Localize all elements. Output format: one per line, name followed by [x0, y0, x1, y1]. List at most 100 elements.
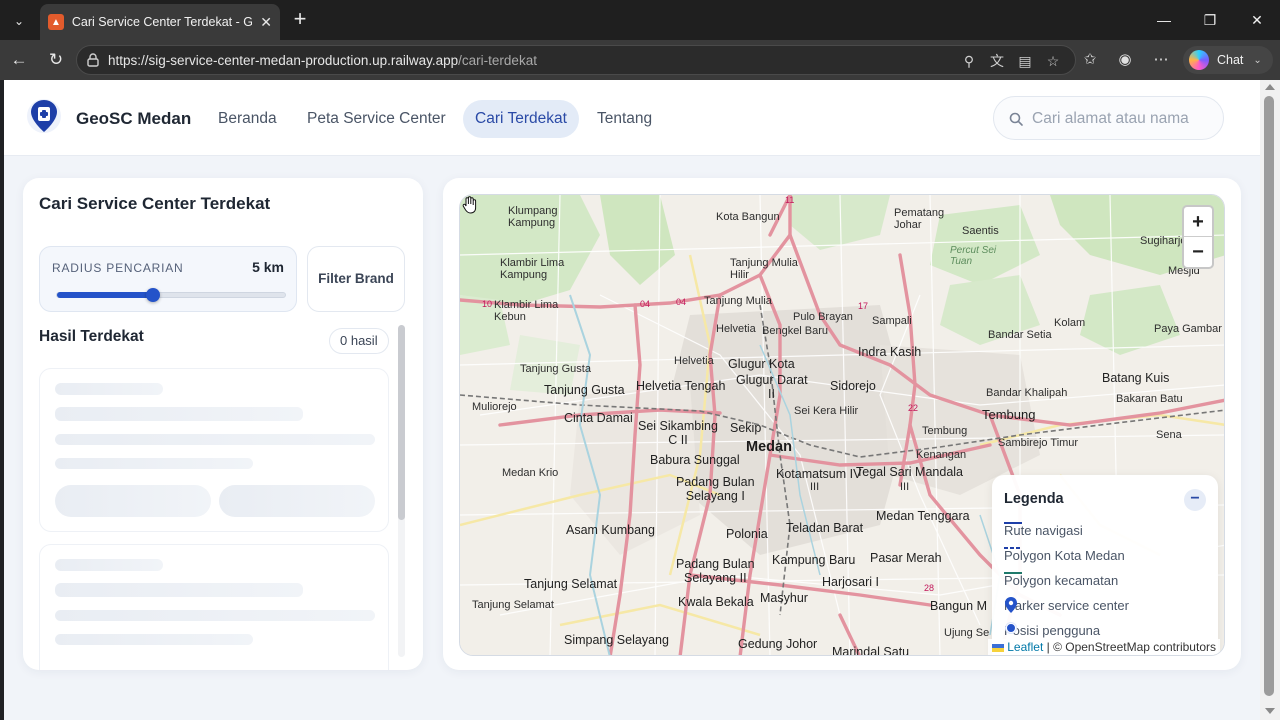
back-arrow-icon[interactable]: ←: [7, 48, 31, 72]
map-place-label: Glugur Darat: [736, 373, 808, 387]
results-title: Hasil Terdekat: [39, 328, 144, 345]
skeleton-line: [55, 634, 253, 645]
address-search-box[interactable]: [993, 96, 1224, 140]
ukraine-flag-icon: [991, 643, 1004, 652]
skeleton-button: [55, 485, 211, 517]
skeleton-line: [55, 383, 163, 395]
map-place-label: Simpang Selayang: [564, 633, 669, 647]
map-place-label: Pulo Brayan: [793, 311, 853, 323]
scroll-down-arrow-icon[interactable]: [1265, 708, 1275, 714]
map-marker-icon: [1005, 597, 1017, 613]
skeleton-line: [55, 559, 163, 571]
map-place-label: Kotamatsum IV: [776, 467, 862, 481]
more-options-icon[interactable]: ⋯: [1150, 49, 1172, 71]
osm-attribution-text: | © OpenStreetMap contributors: [1043, 640, 1216, 654]
page-scrollbar-thumb[interactable]: [1264, 96, 1274, 696]
zoom-in-button[interactable]: +: [1184, 207, 1212, 237]
nav-link-cari-terdekat[interactable]: Cari Terdekat: [463, 100, 579, 138]
browser-tab-strip: ⌄ ▲ Cari Service Center Terdekat - GeoSC…: [0, 0, 1280, 40]
leaflet-map[interactable]: Klumpang Kampung Kota Bangun Pematang Jo…: [459, 194, 1225, 656]
map-place-label: Klumpang Kampung: [508, 205, 558, 229]
map-place-label: Gedung Johor: [738, 637, 818, 651]
leaflet-link[interactable]: Leaflet: [1007, 640, 1043, 654]
copilot-chat-button[interactable]: Chat ⌄: [1183, 46, 1273, 74]
copilot-label: Chat: [1217, 53, 1244, 67]
copilot-icon: [1189, 50, 1209, 70]
lock-icon: [87, 53, 99, 67]
map-place-label: Batang Kuis: [1102, 371, 1170, 385]
map-place-label: Tanjung Gusta: [544, 383, 625, 397]
profile-avatar-icon[interactable]: ◉: [1114, 49, 1136, 71]
map-place-label: Helvetia: [716, 323, 756, 335]
nav-link-peta-service-center[interactable]: Peta Service Center: [295, 100, 458, 138]
map-place-label: Padang Bulan Selayang I: [676, 475, 755, 503]
map-legend: Legenda − Rute navigasi Polygon Kota Med…: [992, 475, 1218, 655]
map-place-label: Tanjung Gusta: [520, 363, 591, 375]
map-place-label: Bandar Setia: [988, 329, 1052, 341]
scroll-up-arrow-icon[interactable]: [1265, 84, 1275, 90]
legend-item: Polygon kecamatan: [1004, 571, 1118, 589]
zoom-out-button[interactable]: −: [1184, 237, 1212, 267]
filter-brand-button[interactable]: Filter Brand: [307, 246, 405, 312]
search-input[interactable]: [1032, 107, 1198, 131]
url-text: https://sig-service-center-medan-product…: [108, 53, 537, 68]
tab-close-icon[interactable]: ✕: [260, 14, 272, 31]
radius-slider-thumb[interactable]: [145, 288, 160, 302]
map-attribution: Leaflet | © OpenStreetMap contributors: [987, 639, 1220, 655]
teal-line-swatch-icon: [1004, 572, 1022, 574]
legend-item: Polygon Kota Medan: [1004, 546, 1125, 564]
map-place-label: Pematang Johar: [894, 207, 945, 231]
legend-item: Rute navigasi: [1004, 521, 1083, 539]
favorite-star-icon[interactable]: ☆: [1043, 51, 1063, 71]
map-place-label: Percut Sei Tuan: [950, 245, 997, 267]
map-place-label: Tembung: [922, 425, 968, 437]
tab-list-menu-icon[interactable]: ⌄: [6, 8, 32, 34]
legend-collapse-button[interactable]: −: [1184, 489, 1206, 511]
map-place-label: Tegal Sari Mandala: [856, 465, 964, 479]
map-place-label: Sambirejo Timur: [998, 437, 1079, 449]
skeleton-button: [219, 485, 375, 517]
dashed-line-swatch-icon: [1004, 547, 1022, 549]
map-place-label: Babura Sunggal: [650, 453, 740, 467]
map-place-label: Teladan Barat: [786, 521, 864, 535]
geosc-logo-icon[interactable]: [26, 96, 62, 136]
map-place-label: III: [900, 481, 910, 493]
map-place-label: Pasar Merah: [870, 551, 942, 565]
map-place-label: Kwala Bekala: [678, 595, 754, 609]
skeleton-line: [55, 434, 375, 445]
map-place-label: Polonia: [726, 527, 768, 541]
translate-icon[interactable]: 文: [987, 51, 1007, 71]
radius-slider[interactable]: [56, 288, 286, 302]
map-place-label: Kampung Baru: [772, 553, 856, 567]
favorites-list-icon[interactable]: ✩: [1079, 49, 1101, 71]
brand-name[interactable]: GeoSC Medan: [76, 109, 191, 129]
road-number-label: 17: [858, 301, 869, 311]
panel-title: Cari Service Center Terdekat: [39, 194, 271, 213]
map-place-label: Medan: [746, 439, 792, 455]
road-number-label: 04: [676, 297, 687, 307]
map-place-label: Sidorejo: [830, 379, 876, 393]
results-scrollbar-thumb[interactable]: [398, 325, 405, 520]
nav-link-tentang[interactable]: Tentang: [585, 100, 664, 138]
location-pin-icon[interactable]: ⚲: [959, 51, 979, 71]
map-place-label: II: [768, 387, 775, 401]
browser-tab[interactable]: ▲ Cari Service Center Terdekat - GeoSC M…: [40, 4, 280, 40]
map-place-label: Klambir Lima Kampung: [500, 257, 565, 281]
map-place-label: Kolam: [1054, 317, 1086, 329]
map-place-label: Tanjung Selamat: [472, 599, 554, 611]
map-place-label: Paya Gambar: [1154, 323, 1222, 335]
address-bar[interactable]: https://sig-service-center-medan-product…: [76, 45, 1076, 75]
nav-link-beranda[interactable]: Beranda: [206, 100, 289, 138]
skeleton-line: [55, 610, 375, 621]
legend-label: Posisi pengguna: [1004, 622, 1101, 638]
restore-icon[interactable]: ❐: [1198, 8, 1222, 32]
minimize-icon[interactable]: —: [1152, 8, 1176, 32]
map-place-label: Sei Kera Hilir: [794, 405, 859, 417]
close-window-icon[interactable]: ✕: [1245, 8, 1269, 32]
reload-icon[interactable]: ↻: [44, 48, 68, 72]
new-tab-icon[interactable]: +: [288, 8, 312, 32]
reader-mode-icon[interactable]: ▤: [1015, 51, 1035, 71]
radius-slider-fill: [57, 292, 153, 298]
site-navbar: GeoSC Medan Beranda Peta Service Center …: [4, 80, 1260, 156]
map-place-label: Masyhur: [760, 591, 808, 605]
